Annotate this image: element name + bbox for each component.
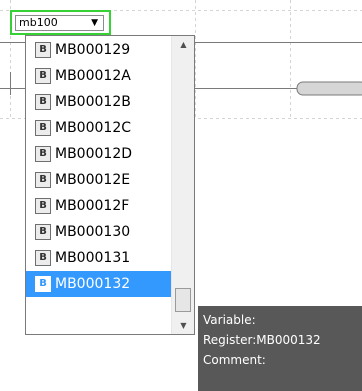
list-item-label: MB00012D: [55, 146, 132, 162]
list-item-label: MB00012E: [55, 172, 131, 188]
list-item[interactable]: B MB00012B: [26, 89, 171, 115]
bit-device-icon: B: [35, 276, 51, 292]
list-item[interactable]: B MB00012E: [26, 167, 171, 193]
list-item[interactable]: B MB000129: [26, 37, 171, 63]
list-item-label: MB000131: [55, 250, 131, 266]
bit-device-icon: B: [35, 68, 51, 84]
variable-combo-box[interactable]: mb100 ▼: [10, 10, 111, 35]
list-item[interactable]: B MB000130: [26, 219, 171, 245]
bit-device-icon: B: [35, 146, 51, 162]
list-item[interactable]: B MB00012F: [26, 193, 171, 219]
bit-device-icon: B: [35, 42, 51, 58]
list-item-label: MB00012F: [55, 198, 130, 214]
scrollbar-thumb[interactable]: [175, 288, 191, 312]
tooltip-register-line: Register:MB000132: [203, 333, 321, 347]
list-item[interactable]: B MB000132: [26, 271, 171, 297]
list-item-label: MB00012C: [55, 120, 131, 136]
combo-field[interactable]: mb100 ▼: [15, 15, 104, 31]
list-item-label: MB000132: [55, 276, 131, 292]
arrow-down-icon[interactable]: ▼: [172, 317, 194, 334]
dropdown-scrollbar[interactable]: ▲ ▼: [171, 36, 194, 334]
list-item-label: MB00012B: [55, 94, 131, 110]
bit-device-icon: B: [35, 224, 51, 240]
combo-value: mb100: [19, 16, 58, 29]
list-item[interactable]: B MB00012C: [26, 115, 171, 141]
bit-device-icon: B: [35, 198, 51, 214]
list-item-label: MB00012A: [55, 68, 131, 84]
tooltip-variable-line: Variable:: [203, 313, 256, 327]
list-item[interactable]: B MB00012A: [26, 63, 171, 89]
list-item[interactable]: B MB000131: [26, 245, 171, 271]
bit-device-icon: B: [35, 172, 51, 188]
variable-dropdown-list[interactable]: B MB000129 B MB00012A B MB00012B B MB00012C B MB0…: [25, 35, 195, 335]
bit-device-icon: B: [35, 120, 51, 136]
tooltip-comment-line: Comment:: [203, 353, 266, 367]
ladder-block-element[interactable]: [296, 81, 362, 96]
arrow-up-icon[interactable]: ▲: [172, 36, 194, 53]
list-item-label: MB000130: [55, 224, 131, 240]
chevron-down-icon[interactable]: ▼: [91, 16, 98, 30]
list-item-label: MB000129: [55, 42, 131, 58]
bit-device-icon: B: [35, 94, 51, 110]
variable-tooltip: Variable: Register:MB000132 Comment:: [198, 306, 362, 391]
bit-device-icon: B: [35, 250, 51, 266]
list-item[interactable]: B MB00012D: [26, 141, 171, 167]
